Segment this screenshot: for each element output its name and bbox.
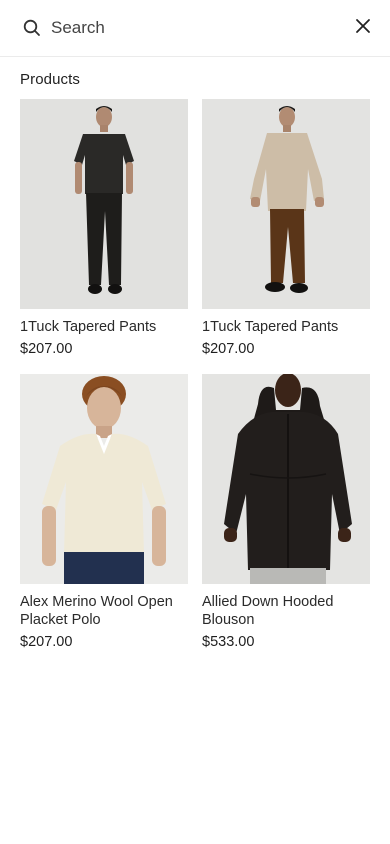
product-name[interactable]: 1Tuck Tapered Pants [202,318,370,336]
close-button[interactable] [351,16,375,40]
product-image[interactable] [202,374,370,584]
product-card[interactable]: 1Tuck Tapered Pants $207.00 [202,99,370,358]
product-image[interactable] [20,374,188,584]
product-image[interactable] [20,99,188,309]
section-title: Products [20,71,80,88]
search-icon [23,19,41,37]
product-name[interactable]: Allied Down Hooded Blouson [202,593,370,629]
product-price: $533.00 [202,634,255,650]
product-card[interactable]: 1Tuck Tapered Pants $207.00 [20,99,188,358]
product-price: $207.00 [20,341,73,357]
product-card[interactable]: Allied Down Hooded Blouson $533.00 [202,374,370,651]
product-name[interactable]: Alex Merino Wool Open Placket Polo [20,593,188,629]
product-image[interactable] [202,99,370,309]
product-price: $207.00 [20,634,73,650]
product-price: $207.00 [202,341,255,357]
close-icon [355,18,371,39]
search-bar [0,0,390,57]
search-input[interactable] [51,14,331,42]
product-card[interactable]: Alex Merino Wool Open Placket Polo $207.… [20,374,188,651]
product-name[interactable]: 1Tuck Tapered Pants [20,318,188,336]
